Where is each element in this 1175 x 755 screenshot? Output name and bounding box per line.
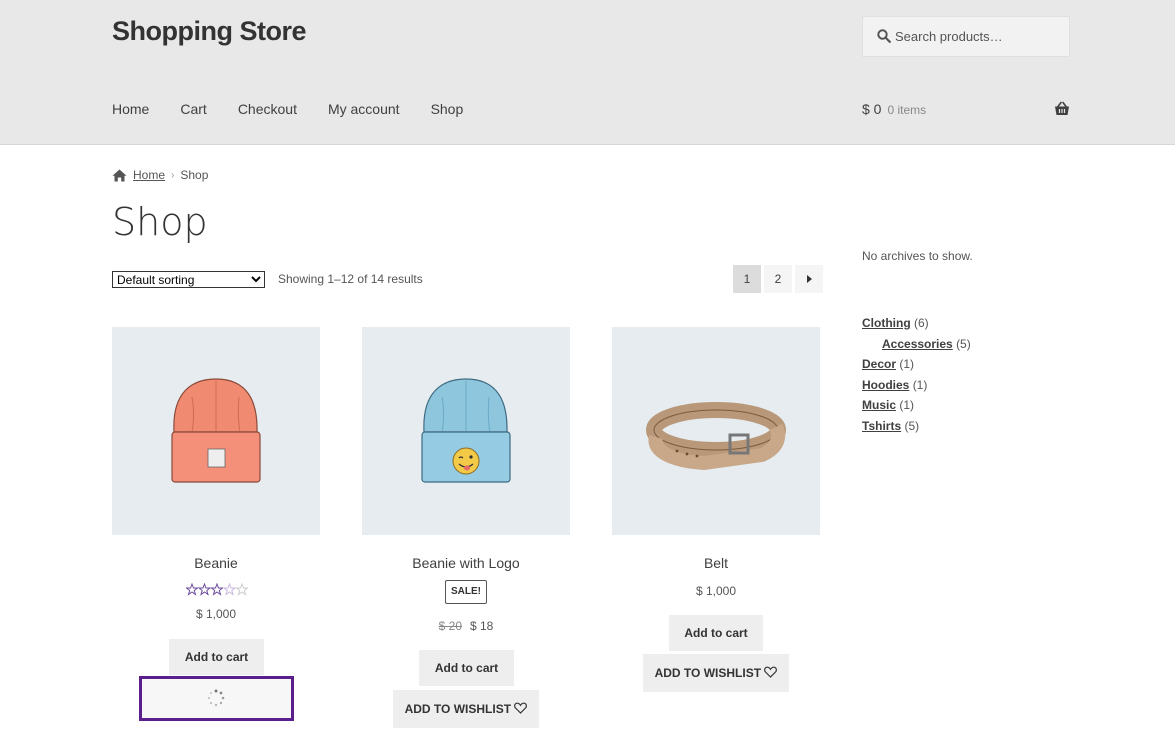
- product-card-belt: Belt $ 1,000 Add to cart ADD TO WISHLIST: [612, 327, 820, 692]
- archives-empty-text: No archives to show.: [862, 249, 973, 263]
- product-price: $ 1,000: [195, 607, 237, 621]
- nav-item-checkout[interactable]: Checkout: [238, 101, 297, 117]
- category-item: Accessories (5): [862, 336, 971, 357]
- breadcrumb-current: Shop: [180, 168, 209, 182]
- category-link-clothing[interactable]: Clothing: [862, 316, 911, 330]
- home-icon: [112, 169, 127, 181]
- category-link-music[interactable]: Music: [862, 398, 896, 412]
- product-price: $ 20 $ 18: [362, 619, 570, 633]
- nav-item-home[interactable]: Home: [112, 101, 149, 117]
- category-item: Clothing (6): [862, 315, 971, 336]
- product-card-beanie-with-logo: Beanie with Logo SALE! $ 20 $ 18 Add to c…: [362, 327, 570, 728]
- category-count: (1): [912, 377, 928, 392]
- sale-badge: SALE!: [445, 580, 487, 604]
- category-count: (5): [904, 418, 920, 433]
- product-image-belt[interactable]: [612, 327, 820, 535]
- page-link-1: 1: [733, 265, 761, 293]
- add-to-cart-button[interactable]: Add to cart: [419, 650, 514, 686]
- product-title[interactable]: Beanie with Logo: [362, 555, 570, 571]
- sort-select[interactable]: Default sorting: [112, 271, 265, 288]
- cart-amount: $ 0: [862, 101, 882, 117]
- next-page-button[interactable]: [795, 265, 823, 293]
- add-to-wishlist-button[interactable]: ADD TO WISHLIST: [643, 654, 789, 692]
- search-input[interactable]: [895, 17, 1065, 56]
- add-to-wishlist-button[interactable]: ADD TO WISHLIST: [393, 690, 539, 728]
- beanie-illustration: [171, 378, 261, 483]
- belt-illustration: [646, 402, 786, 471]
- add-to-cart-button[interactable]: Add to cart: [169, 639, 264, 675]
- sale-price: $ 18: [470, 619, 494, 633]
- category-link-tshirts[interactable]: Tshirts: [862, 419, 901, 433]
- cart-item-count: 0 items: [887, 103, 927, 117]
- site-header: Shopping Store Home Cart Checkout My acc…: [0, 0, 1175, 145]
- category-item: Decor (1): [862, 356, 971, 377]
- nav-item-cart[interactable]: Cart: [180, 101, 206, 117]
- wishlist-label: ADD TO WISHLIST: [404, 702, 512, 716]
- heart-icon: [514, 702, 528, 714]
- product-price: $ 1,000: [695, 584, 737, 598]
- category-count: (1): [899, 357, 915, 371]
- breadcrumb-home-link[interactable]: Home: [133, 168, 165, 182]
- original-price: $ 20: [438, 619, 462, 633]
- wishlist-loading-button[interactable]: [139, 676, 294, 721]
- product-search[interactable]: [862, 16, 1070, 57]
- breadcrumb: Home › Shop: [112, 168, 208, 182]
- header-cart[interactable]: $ 0 0 items: [862, 101, 1070, 121]
- page-link-2[interactable]: 2: [764, 265, 792, 293]
- product-card-beanie: Beanie $ 1,000 Add to cart: [112, 327, 320, 675]
- wishlist-label: ADD TO WISHLIST: [654, 666, 762, 680]
- category-item: Tshirts (5): [862, 418, 971, 439]
- category-count: (1): [899, 398, 915, 412]
- page-title: Shop: [112, 200, 208, 244]
- nav-item-shop[interactable]: Shop: [431, 101, 464, 117]
- product-image-beanie[interactable]: [112, 327, 320, 535]
- category-list: Clothing (6) Accessories (5) Decor (1) H…: [862, 315, 971, 438]
- category-count: (5): [956, 336, 971, 351]
- product-image-beanie-with-logo[interactable]: [362, 327, 570, 535]
- result-count: Showing 1–12 of 14 results: [278, 272, 423, 286]
- search-icon: [877, 29, 891, 43]
- category-link-accessories[interactable]: Accessories: [882, 337, 953, 351]
- category-item: Hoodies (1): [862, 377, 971, 398]
- pagination: 1 2: [733, 265, 823, 293]
- category-item: Music (1): [862, 397, 971, 418]
- category-count: (6): [914, 316, 929, 330]
- star-rating: [186, 583, 248, 596]
- add-to-cart-button[interactable]: Add to cart: [669, 615, 763, 651]
- beanie-logo-illustration: [421, 378, 511, 483]
- chevron-right-icon: ›: [171, 169, 175, 181]
- basket-icon: [1055, 101, 1069, 115]
- product-title[interactable]: Belt: [612, 555, 820, 571]
- site-title[interactable]: Shopping Store: [112, 16, 306, 47]
- category-link-hoodies[interactable]: Hoodies: [862, 378, 909, 392]
- category-link-decor[interactable]: Decor: [862, 357, 896, 371]
- product-title[interactable]: Beanie: [112, 555, 320, 571]
- primary-nav: Home Cart Checkout My account Shop: [112, 101, 494, 117]
- nav-item-my-account[interactable]: My account: [328, 101, 400, 117]
- heart-icon: [764, 666, 778, 678]
- caret-right-icon: [807, 275, 812, 283]
- loading-spinner-icon: [207, 689, 225, 707]
